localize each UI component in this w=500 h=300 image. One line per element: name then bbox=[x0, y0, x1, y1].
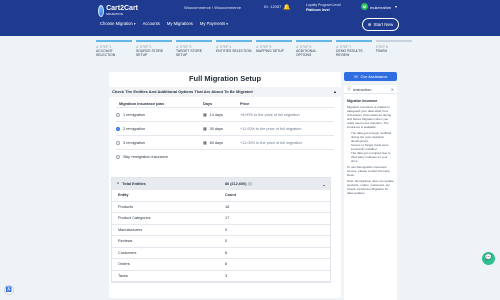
migration-id-badge: ID: 12057 bbox=[264, 4, 281, 9]
chevron-down-icon: ▾ bbox=[226, 21, 229, 26]
instruction-paragraph: To use Remigration insurance service, pl… bbox=[347, 165, 390, 177]
full-migration-card: Full Migration Setup Check The Entities … bbox=[109, 72, 341, 298]
instruction-body: Migration Insurance Migration Insurance … bbox=[344, 94, 397, 200]
page-title: Full Migration Setup bbox=[188, 74, 262, 83]
step-additional-options: ✓ STEP 6 ADDITIONAL OPTIONS bbox=[296, 40, 332, 57]
step-demo-results-review: ✓ STEP 7 DEMO RESULTS REVIEW bbox=[336, 40, 372, 57]
headset-icon: ☏ bbox=[353, 74, 359, 79]
nav-choose-migration[interactable]: Choose Migration ▾ bbox=[100, 21, 136, 26]
user-avatar[interactable]: M bbox=[361, 3, 368, 10]
step-source-store-setup: ✓ STEP 2 SOURCE STORE SETUP bbox=[136, 40, 172, 57]
radio-button[interactable] bbox=[116, 140, 120, 145]
info-icon: ⓘ bbox=[347, 86, 351, 91]
start-new-button[interactable]: ⊕ Start New bbox=[362, 18, 399, 31]
instruction-list: The data got wrongly modified during the… bbox=[347, 131, 394, 163]
table-row: Product Categories 17 bbox=[112, 213, 330, 225]
our-assistance-button[interactable]: ☏ Our Assistance bbox=[344, 72, 397, 81]
step-account-selection: ✓ STEP 1 ACCOUNT SELECTION bbox=[96, 40, 132, 57]
table-row: Manufacturers 0 bbox=[112, 225, 330, 236]
chevron-down-icon[interactable]: ⌄ bbox=[318, 182, 330, 187]
migration-id: ID: 12057 bbox=[264, 4, 282, 9]
logo-subtitle: MIGRATION bbox=[106, 12, 123, 16]
instruction-paragraph: Migration Insurance is crafted to safegu… bbox=[347, 105, 392, 129]
plan-row-2[interactable]: 2 remigration ▦ 30 days +11.00% to the pr… bbox=[116, 122, 334, 136]
username[interactable]: mukerrahim bbox=[370, 5, 391, 10]
instruction-note: Note: Remigration does not update produc… bbox=[347, 179, 394, 195]
notification-bell-icon[interactable]: 🔔 bbox=[283, 4, 290, 11]
step-finish: STEP 8 FINISH bbox=[376, 40, 412, 53]
instruction-panel: ⓘ Instruction ✕ Migration Insurance Migr… bbox=[344, 85, 397, 300]
logo-mark-icon bbox=[98, 4, 105, 17]
plan-row-3[interactable]: 3 remigration ▦ 60 days +12.00% to the pr… bbox=[116, 136, 334, 150]
radio-button[interactable] bbox=[116, 112, 120, 117]
calendar-icon: ▦ bbox=[203, 127, 207, 131]
chevron-down-icon[interactable]: ▾ bbox=[395, 4, 397, 9]
calendar-icon: ▦ bbox=[203, 141, 207, 145]
table-row: Customers 8 bbox=[112, 248, 330, 259]
radio-button[interactable] bbox=[116, 155, 120, 159]
plan-row-1[interactable]: 1 remigration ▦ 14 days +8.00% to the pri… bbox=[116, 108, 334, 122]
loyalty-program[interactable]: Loyalty Program Level Platinum level bbox=[306, 3, 341, 12]
close-icon[interactable]: ✕ bbox=[391, 87, 394, 92]
cart2cart-logo[interactable]: Cart2Cart MIGRATION bbox=[98, 3, 138, 18]
chat-icon[interactable]: 💬 bbox=[482, 252, 495, 265]
plan-row-skip[interactable]: Skip remigration insurance bbox=[116, 150, 334, 164]
section-header[interactable]: Check The Entities And Additional Option… bbox=[109, 87, 341, 97]
chevron-up-icon[interactable]: ▴ bbox=[334, 87, 336, 97]
step-entities-selection: ✓ STEP 4 ENTITIES SELECTION bbox=[216, 40, 252, 53]
entities-table: ^ Total Entities 86 (£12,600) ⓘ ⌄ Entity C… bbox=[111, 177, 331, 283]
instruction-header: ⓘ Instruction ✕ bbox=[344, 85, 397, 94]
step-mapping-setup: ✓ STEP 5 MAPPING SETUP bbox=[256, 40, 292, 53]
table-row: Reviews 0 bbox=[112, 236, 330, 248]
chevron-down-icon: ▾ bbox=[133, 21, 136, 26]
migration-stepper: ✓ STEP 1 ACCOUNT SELECTION ✓ STEP 2 SOUR… bbox=[96, 40, 412, 62]
nav-accounts[interactable]: Accounts bbox=[143, 21, 160, 26]
loyalty-level: Platinum level bbox=[306, 7, 330, 12]
table-row: Products 18 bbox=[112, 202, 330, 213]
step-target-store-setup: ✓ STEP 3 TARGET STORE SETUP bbox=[176, 40, 212, 57]
calendar-icon: ▦ bbox=[203, 113, 207, 117]
accessibility-icon[interactable]: ♿ bbox=[4, 285, 14, 295]
info-icon: ⓘ bbox=[248, 182, 252, 186]
top-header: Cart2Cart MIGRATION Woocommerce / Woocom… bbox=[0, 0, 500, 36]
store-pair-label: Woocommerce / Woocommerce bbox=[184, 5, 241, 10]
entities-total-header[interactable]: ^ Total Entities 86 (£12,600) ⓘ ⌄ bbox=[112, 178, 330, 190]
main-nav: Choose Migration ▾ Accounts My Migrations… bbox=[100, 21, 228, 26]
instruction-heading: Migration Insurance bbox=[347, 99, 378, 103]
table-row: Taxes 3 bbox=[112, 271, 330, 282]
insurance-plans-table: Migration insurance plan Days Price 1 re… bbox=[116, 100, 334, 164]
plus-icon: ⊕ bbox=[367, 21, 372, 27]
nav-my-payments[interactable]: My Payments ▾ bbox=[200, 21, 228, 26]
table-row: Orders 8 bbox=[112, 259, 330, 271]
plans-header: Migration insurance plan Days Price bbox=[116, 100, 334, 108]
entities-column-header: Entity Count bbox=[112, 190, 330, 202]
nav-my-migrations[interactable]: My Migrations bbox=[167, 21, 193, 26]
chevron-up-icon[interactable]: ^ bbox=[117, 182, 119, 186]
radio-button-selected[interactable] bbox=[116, 126, 120, 131]
